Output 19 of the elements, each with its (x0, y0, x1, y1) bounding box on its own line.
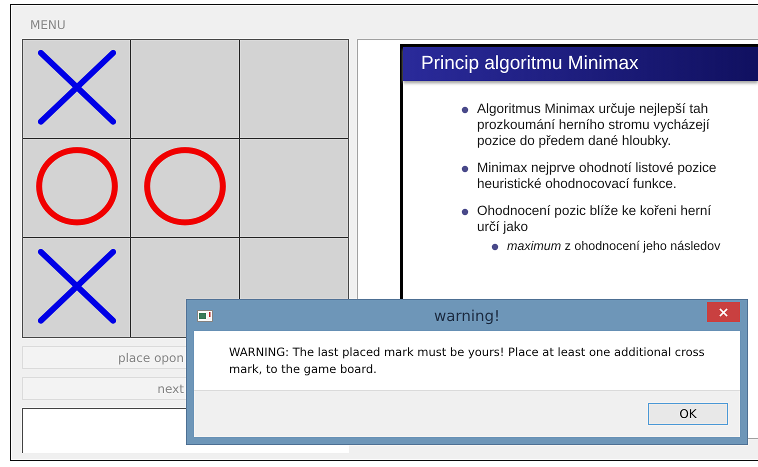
close-button[interactable] (707, 302, 740, 322)
board-cell[interactable] (131, 40, 240, 139)
bullet-icon (491, 243, 499, 251)
app-icon (197, 310, 213, 322)
bullet-icon (461, 165, 469, 173)
board-cell[interactable] (23, 139, 132, 238)
board-cell[interactable] (23, 40, 132, 139)
bullet-text: Ohodnocení pozic blíže ke kořeni herní určí jako (477, 203, 712, 235)
dialog-title: warning! (434, 306, 500, 324)
board-cell[interactable] (131, 139, 240, 238)
ok-button[interactable]: OK (648, 403, 728, 425)
bullet-text: Algoritmus Minimax určuje nejlepší tah prozkoumání herního stromu vycházejí pozice do předem dané hloubky. (477, 101, 710, 149)
bullet-text: Minimax nejprve ohodnotí listové pozice heuristické ohodnocovací funkce. (477, 160, 716, 192)
bullet-text: maximum z ohodnocení jeho následov (507, 238, 720, 254)
bullet-icon (461, 106, 469, 114)
menu-label[interactable]: MENU (22, 18, 66, 32)
bullet-icon (461, 208, 469, 216)
close-icon (719, 308, 728, 316)
slide-title: Princip algoritmu Minimax (403, 47, 758, 81)
